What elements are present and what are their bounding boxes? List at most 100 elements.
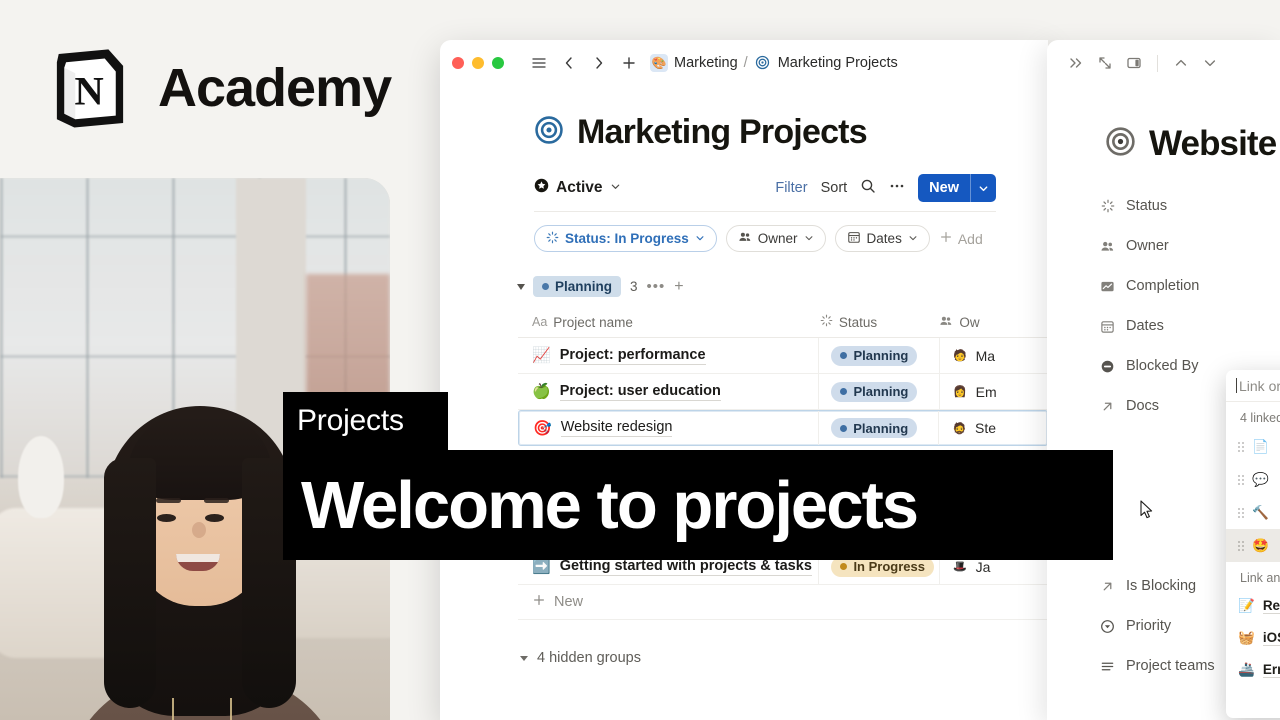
palette-icon: 🎨 xyxy=(650,53,668,72)
arrow-up-right-icon xyxy=(1099,579,1116,594)
property-label: Completion xyxy=(1126,278,1200,294)
close-button[interactable] xyxy=(452,56,464,69)
new-button-label: New xyxy=(929,180,959,196)
side-peek-title-text: Website xyxy=(1149,124,1277,163)
linked-item[interactable]: 🔨 xyxy=(1226,496,1280,529)
priority-circle-icon xyxy=(1099,619,1116,634)
property-label: Owner xyxy=(1126,238,1169,254)
linked-item[interactable]: 📄 xyxy=(1226,430,1280,463)
notion-cube-icon: N xyxy=(44,42,136,134)
cell-owner[interactable]: 🧑 Ma xyxy=(938,338,1048,373)
cell-status[interactable]: Planning xyxy=(818,374,938,409)
triangle-collapse-icon[interactable] xyxy=(517,283,525,290)
chevron-up-icon[interactable] xyxy=(1168,50,1194,76)
person-eye-right xyxy=(205,514,224,522)
drag-handle-icon[interactable] xyxy=(1238,540,1244,551)
cell-owner[interactable]: 🧔 Ste xyxy=(938,411,1047,445)
view-toolbar-actions: Filter Sort New xyxy=(775,174,996,202)
view-tab-active[interactable]: Active xyxy=(534,178,621,198)
table-row-selected[interactable]: 🎯 Website redesign Planning 🧔 Ste xyxy=(518,410,1048,446)
drag-handle-icon[interactable] xyxy=(1238,507,1244,518)
filter-chip-status-label: Status: In Progress xyxy=(565,231,689,246)
expand-diagonal-icon[interactable] xyxy=(1092,50,1118,76)
new-button[interactable]: New xyxy=(918,174,996,202)
person-necklace xyxy=(172,698,232,720)
group-name: Planning xyxy=(555,279,612,294)
status-badge: Planning xyxy=(831,381,918,402)
link-item[interactable]: 🧺 iOS xyxy=(1226,622,1280,654)
cell-owner[interactable]: 👩 Em xyxy=(938,374,1048,409)
back-arrow-icon[interactable] xyxy=(554,48,584,78)
double-chevron-right-icon[interactable] xyxy=(1063,50,1089,76)
property-label: Blocked By xyxy=(1126,358,1199,374)
plus-icon[interactable]: + xyxy=(674,278,683,296)
cell-project-name[interactable]: ➡️ Getting started with projects & tasks xyxy=(532,558,818,576)
linked-item[interactable]: 💬 xyxy=(1226,463,1280,496)
filter-chip-owner-label: Owner xyxy=(757,231,798,246)
new-row-button[interactable]: New xyxy=(518,585,1048,620)
filter-row: Status: In Progress Owner Dates Add xyxy=(534,225,1048,252)
property-owner[interactable]: Owner xyxy=(1099,226,1280,266)
chevron-down-icon xyxy=(804,231,814,246)
sidebar-toggle-icon[interactable] xyxy=(524,48,554,78)
link-item[interactable]: 🚢 Err xyxy=(1226,654,1280,686)
ellipsis-icon[interactable]: ••• xyxy=(647,278,666,295)
group-header-planning: Planning 3 ••• + xyxy=(517,276,1048,297)
filter-button[interactable]: Filter xyxy=(775,180,807,196)
cell-status[interactable]: Planning xyxy=(818,338,938,373)
drag-handle-icon[interactable] xyxy=(1238,474,1244,485)
new-button-caret-icon[interactable] xyxy=(971,183,996,194)
cell-project-name[interactable]: 📈 Project: performance xyxy=(532,347,818,365)
chevron-down-icon xyxy=(520,655,528,661)
table-header: Aa Project name Status Ow xyxy=(518,307,1048,338)
property-status[interactable]: Status xyxy=(1099,186,1280,226)
traffic-lights[interactable] xyxy=(452,56,504,69)
maximize-button[interactable] xyxy=(492,56,504,69)
breadcrumb-parent[interactable]: Marketing xyxy=(674,55,738,71)
plus-icon[interactable] xyxy=(614,48,644,78)
plus-icon xyxy=(939,230,953,247)
sort-button[interactable]: Sort xyxy=(821,180,848,196)
link-search-input[interactable]: Link or xyxy=(1226,370,1280,402)
cell-status[interactable]: Planning xyxy=(818,411,938,445)
side-peek-icon[interactable] xyxy=(1121,50,1147,76)
cell-project-name[interactable]: 🎯 Website redesign xyxy=(533,419,818,437)
toolbar-divider xyxy=(1157,54,1158,72)
property-completion[interactable]: Completion xyxy=(1099,266,1280,306)
column-header-name[interactable]: Aa Project name xyxy=(532,315,820,330)
filter-chip-owner[interactable]: Owner xyxy=(725,225,826,252)
chevron-down-icon[interactable] xyxy=(610,179,621,197)
link-item-text: Err xyxy=(1262,662,1280,678)
link-item[interactable]: 📝 Re xyxy=(1226,590,1280,622)
filter-chip-dates-label: Dates xyxy=(866,231,902,246)
minimize-button[interactable] xyxy=(472,56,484,69)
property-label: Dates xyxy=(1126,318,1164,334)
calendar-icon xyxy=(847,230,861,247)
table-row[interactable]: 🍏 Project: user education Planning 👩 Em xyxy=(518,374,1048,410)
table-row[interactable]: 📈 Project: performance Planning 🧑 Ma xyxy=(518,338,1048,374)
property-dates[interactable]: Dates xyxy=(1099,306,1280,346)
people-icon xyxy=(939,314,953,331)
chart-line-icon xyxy=(1099,279,1116,294)
hidden-groups-toggle[interactable]: 4 hidden groups xyxy=(520,650,1048,666)
blocked-icon xyxy=(1099,359,1116,374)
chevron-down-icon xyxy=(908,231,918,246)
drag-handle-icon[interactable] xyxy=(1238,441,1244,452)
caption-title-text: Welcome to projects xyxy=(301,467,919,543)
row-name-text: Project: user education xyxy=(559,382,721,401)
forward-arrow-icon[interactable] xyxy=(584,48,614,78)
group-pill[interactable]: Planning xyxy=(533,276,621,297)
filter-chip-dates[interactable]: Dates xyxy=(834,225,930,252)
group-dot xyxy=(542,283,549,290)
chevron-down-icon[interactable] xyxy=(1197,50,1223,76)
column-header-status[interactable]: Status xyxy=(820,314,940,330)
filter-chip-status[interactable]: Status: In Progress xyxy=(534,225,717,252)
owner-name: Ja xyxy=(975,558,991,575)
cell-project-name[interactable]: 🍏 Project: user education xyxy=(532,383,818,401)
linked-item-highlighted[interactable]: 🤩 xyxy=(1226,529,1280,562)
ellipsis-icon[interactable] xyxy=(889,178,905,199)
add-filter-button[interactable]: Add xyxy=(939,230,983,247)
column-header-owner[interactable]: Ow xyxy=(939,314,1048,331)
search-icon[interactable] xyxy=(860,178,876,199)
breadcrumb-current[interactable]: Marketing Projects xyxy=(778,55,898,71)
